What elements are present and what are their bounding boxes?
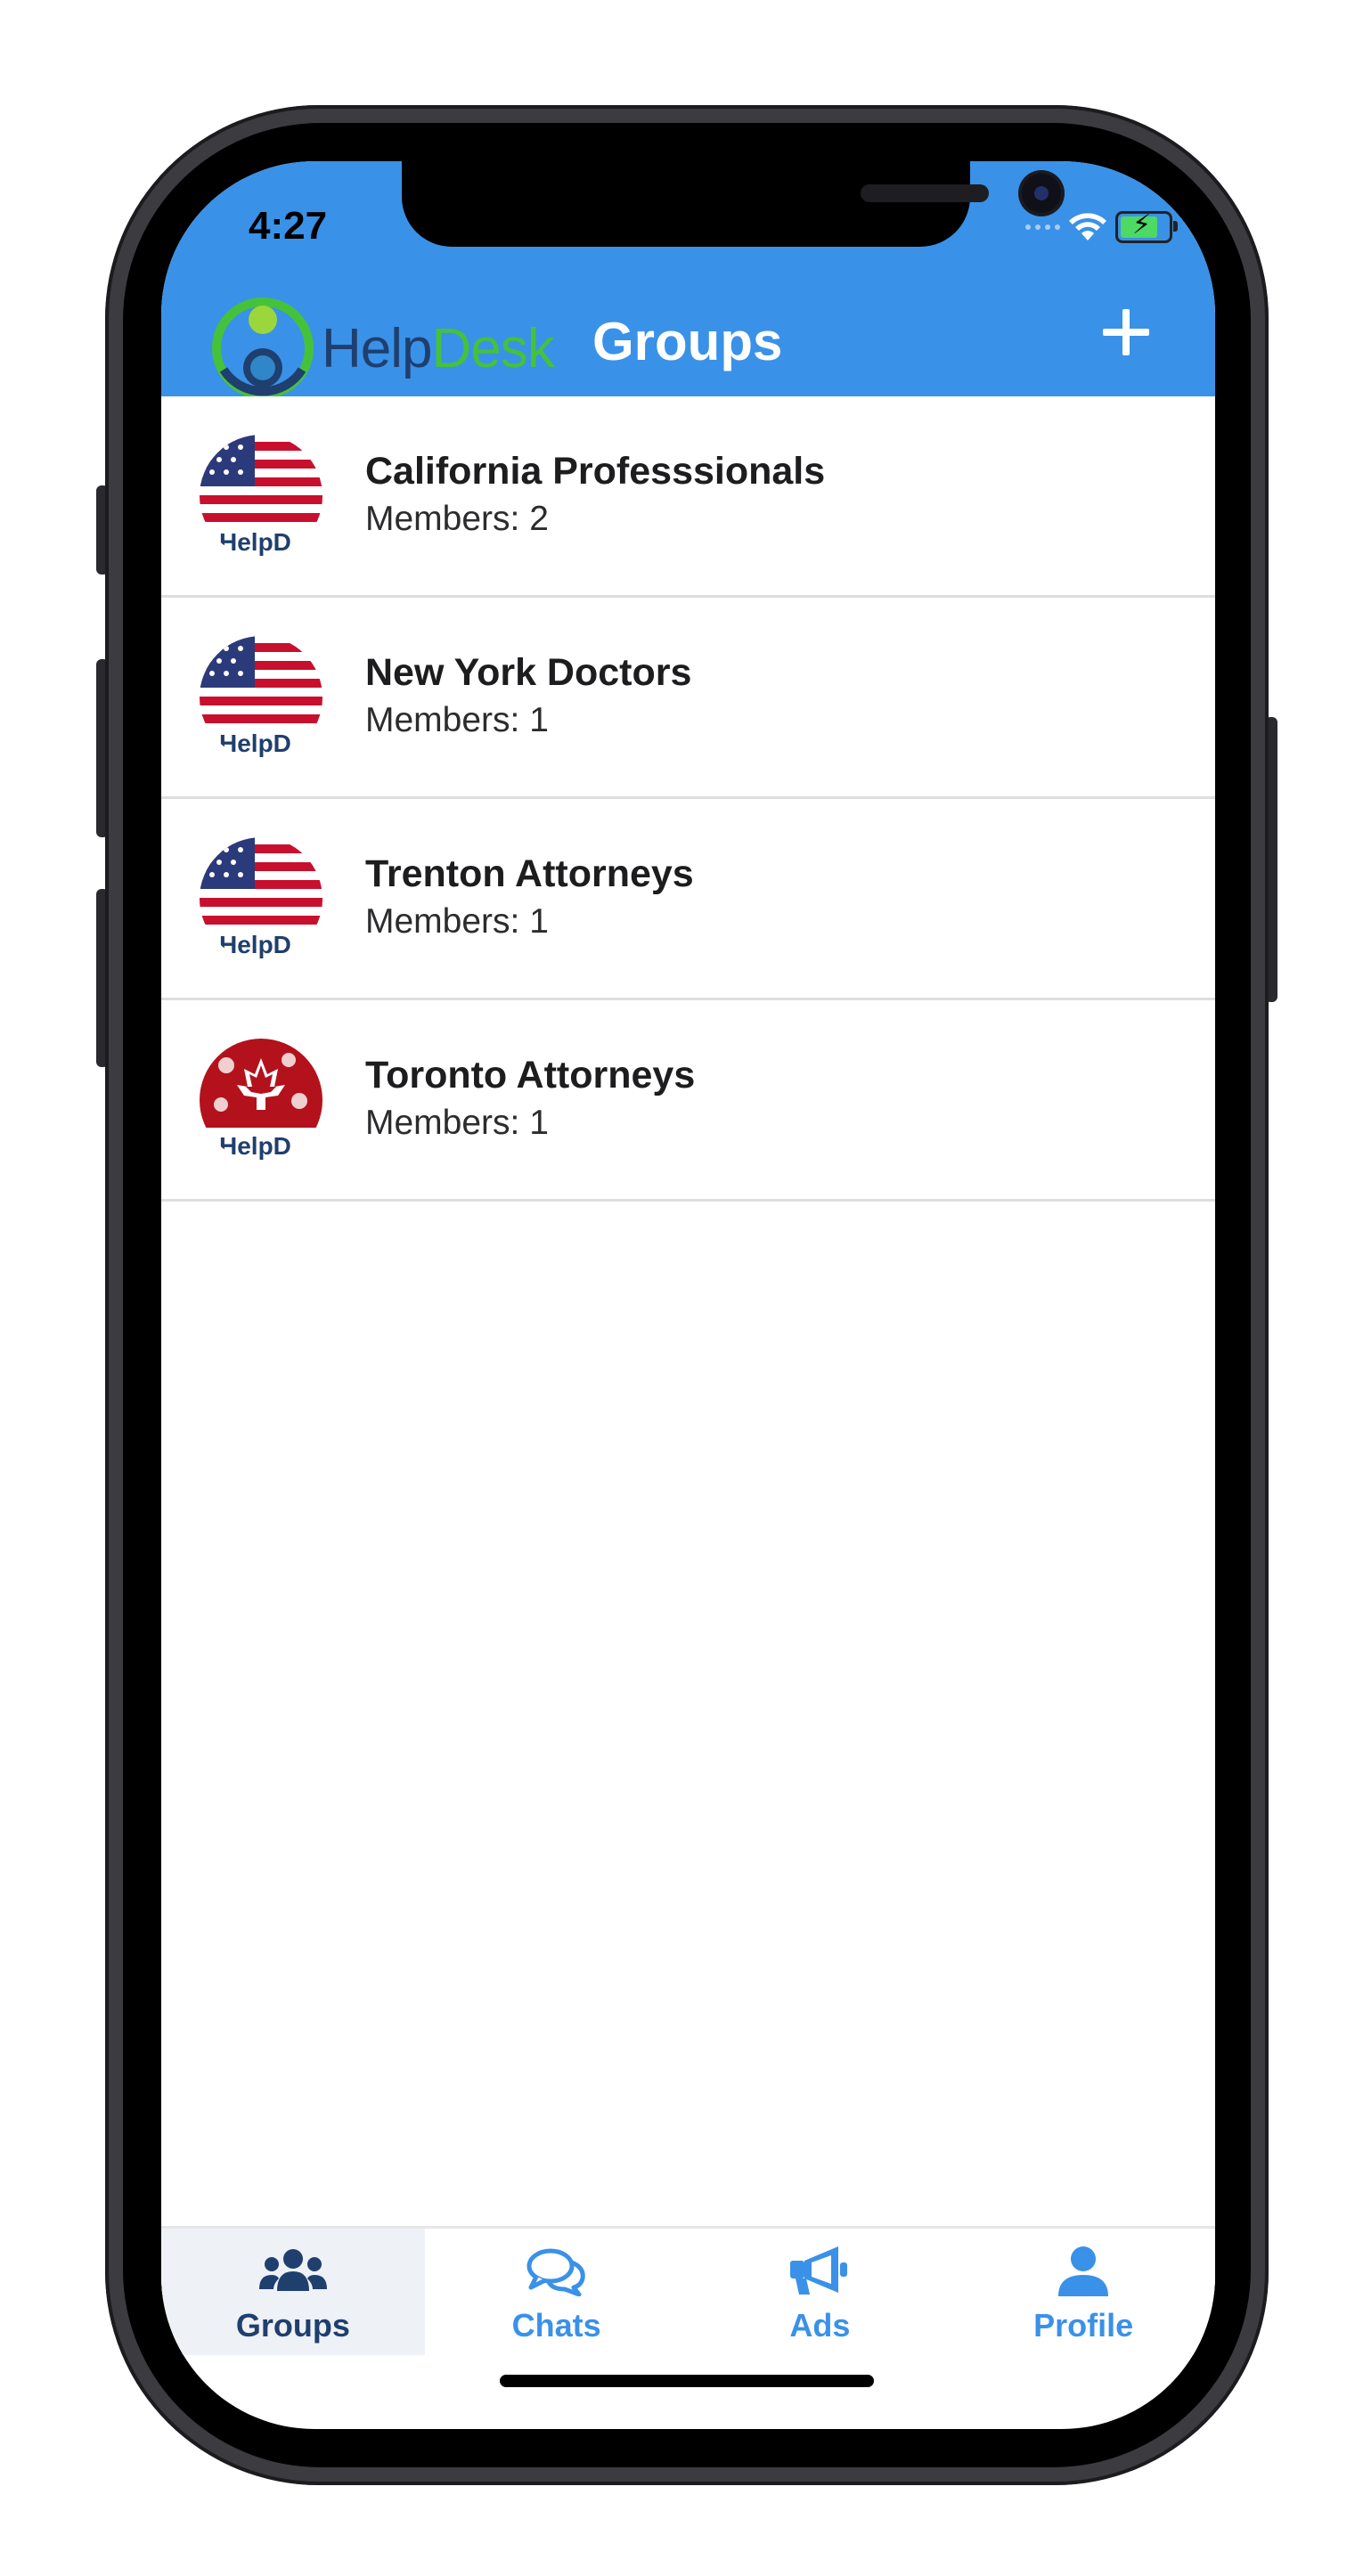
users-icon [256, 2243, 331, 2300]
group-row[interactable]: HelpD California Professsionals Members:… [161, 396, 1215, 598]
tab-chats[interactable]: Chats [425, 2229, 689, 2355]
home-indicator[interactable] [500, 2375, 874, 2387]
usa-flag-icon: HelpD [200, 837, 322, 960]
group-members: Members: 2 [365, 500, 549, 538]
group-row[interactable]: HelpD Toronto Attorneys Members: 1 [161, 1000, 1215, 1202]
signal-icon [1025, 224, 1060, 230]
helpdesk-logo-icon [212, 298, 314, 399]
status-time: 4:27 [249, 204, 328, 248]
tab-label: Groups [235, 2307, 350, 2344]
group-members: Members: 1 [365, 1104, 549, 1142]
group-row[interactable]: HelpD New York Doctors Members: 1 [161, 598, 1215, 799]
chat-bubbles-icon [519, 2243, 594, 2300]
group-avatar: HelpD [200, 636, 322, 759]
front-camera [1022, 174, 1061, 213]
group-avatar: HelpD [200, 837, 322, 960]
tab-groups[interactable]: Groups [161, 2229, 425, 2355]
group-name: Trenton Attorneys [365, 852, 694, 895]
tab-label: Chats [511, 2307, 601, 2344]
group-list: HelpD California Professsionals Members:… [161, 396, 1215, 1202]
avatar-badge: HelpD [219, 528, 291, 556]
group-name: California Professsionals [365, 450, 826, 493]
group-avatar: HelpD [200, 435, 322, 558]
plus-icon [1103, 309, 1149, 355]
tab-bar: Groups Chats Ads Profile [161, 2226, 1215, 2355]
notch [402, 161, 1061, 247]
tab-label: Profile [1033, 2307, 1134, 2344]
usa-flag-icon: HelpD [200, 636, 322, 759]
group-row[interactable]: HelpD Trenton Attorneys Members: 1 [161, 799, 1215, 1000]
wifi-icon [1069, 213, 1106, 240]
megaphone-icon [782, 2243, 857, 2300]
battery-charging-icon: ⚡ [1115, 210, 1178, 243]
add-group-button[interactable] [1090, 297, 1162, 368]
speaker-grille [861, 184, 989, 202]
group-members: Members: 1 [365, 902, 549, 941]
usa-flag-icon: HelpD [200, 435, 322, 558]
group-avatar: HelpD [200, 1039, 322, 1162]
avatar-badge: HelpD [219, 931, 291, 958]
group-members: Members: 1 [365, 701, 549, 739]
tab-label: Ads [789, 2307, 851, 2344]
user-icon [1046, 2243, 1121, 2300]
avatar-badge: HelpD [219, 730, 291, 757]
canada-flag-icon: HelpD [200, 1039, 322, 1162]
logo-wordmark: HelpDesk [322, 317, 555, 379]
app-header: 4:27 ⚡ HelpDesk Groups [161, 161, 1215, 399]
avatar-badge: HelpD [219, 1132, 291, 1160]
helpdesk-logo: HelpDesk [208, 293, 555, 404]
tab-ads[interactable]: Ads [689, 2229, 952, 2355]
tab-profile[interactable]: Profile [951, 2229, 1215, 2355]
phone-screen: 4:27 ⚡ HelpDesk Groups HelpD California … [161, 161, 1215, 2429]
group-name: Toronto Attorneys [365, 1054, 696, 1096]
group-name: New York Doctors [365, 651, 692, 694]
status-icons: ⚡ [1025, 208, 1178, 247]
page-title: Groups [592, 312, 783, 371]
